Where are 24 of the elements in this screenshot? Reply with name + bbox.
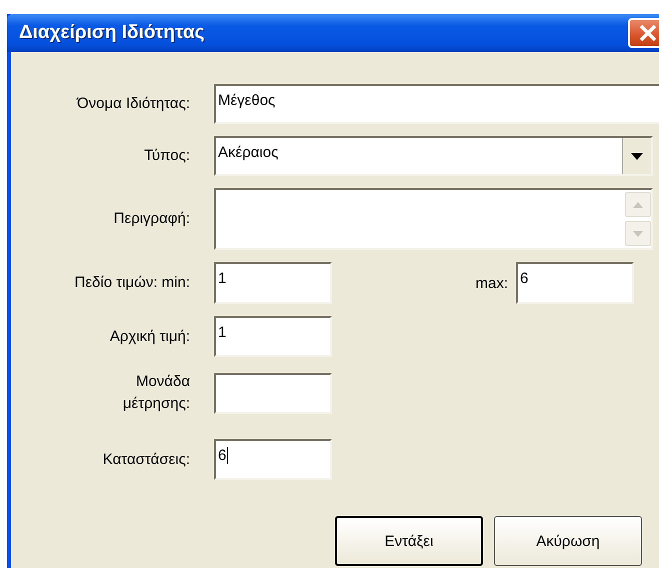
close-icon [638,23,658,43]
field-label: Όνομα Ιδιότητας: [76,94,190,114]
text-area[interactable] [214,188,653,250]
caret-icon [631,152,643,160]
close-button[interactable] [628,18,659,48]
input-field[interactable]: 1 [214,316,332,357]
field-label: Περιγραφή: [112,209,190,229]
scroll-up-icon [633,202,643,208]
field-label: Καταστάσεις: [102,450,190,470]
input-field[interactable]: 1 [214,262,332,304]
field-label: Αρχική τιμή: [108,326,190,346]
dropdown-field[interactable]: Ακέραιος [214,136,653,176]
input-field[interactable] [214,372,332,414]
dialog-button[interactable]: Εντάξει [335,516,483,566]
window-title: Διαχείριση Ιδιότητας [19,22,205,44]
field-label: Τύπος: [143,146,190,166]
field-label: Πεδίο τιμών: min: [74,273,190,293]
input-field[interactable]: 6 [516,262,634,304]
field-label: Μονάδα μέτρησης: [122,372,190,414]
field-label: max: [475,274,508,292]
scroll-down-icon [633,230,643,236]
dialog-button[interactable]: Ακύρωση [494,516,642,566]
input-field[interactable]: Μέγεθος [214,84,659,124]
input-field[interactable]: 6 [214,439,332,480]
